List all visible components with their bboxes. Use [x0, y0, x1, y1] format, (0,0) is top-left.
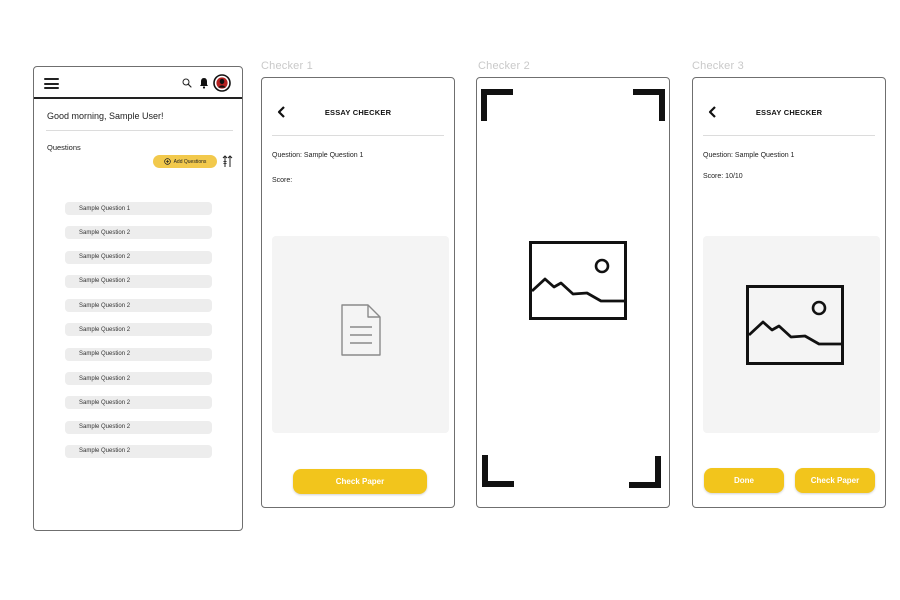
header-divider	[272, 135, 444, 136]
question-list-item[interactable]: Sample Question 2	[65, 323, 212, 337]
question-list-item[interactable]: Sample Question 1	[65, 202, 212, 215]
question-list-item[interactable]: Sample Question 2	[65, 299, 212, 313]
checker-1-screen: ESSAY CHECKER Question: Sample Question …	[261, 77, 455, 508]
check-paper-button[interactable]: Check Paper	[795, 468, 875, 493]
hamburger-menu-icon[interactable]	[44, 78, 59, 89]
question-text: Question: Sample Question 1	[703, 152, 795, 159]
add-questions-label: Add Questions	[173, 158, 207, 165]
top-bar	[34, 67, 242, 99]
frame-label-checker-1: Checker 1	[261, 60, 313, 72]
question-list-item[interactable]: Sample Question 2	[65, 226, 212, 240]
frame-label-checker-2: Checker 2	[478, 60, 530, 72]
question-list-item[interactable]: Sample Question 2	[65, 396, 212, 410]
question-list: Sample Question 1 Sample Question 2 Sample…	[65, 202, 212, 469]
header-divider	[703, 135, 875, 136]
question-list-item[interactable]: Sample Question 2	[65, 420, 212, 434]
avatar-icon[interactable]	[213, 74, 231, 92]
done-button[interactable]: Done	[704, 468, 784, 493]
home-screen: Good morning, Sample User! Questions Add…	[33, 66, 243, 531]
scan-corner-top-right-icon	[633, 89, 665, 121]
plus-circle-icon	[163, 158, 171, 165]
add-questions-button[interactable]: Add Questions	[153, 155, 217, 168]
checker-3-screen: ESSAY CHECKER Question: Sample Question …	[692, 77, 886, 508]
image-placeholder-icon	[529, 241, 627, 320]
score-text: Score: 10/10	[703, 173, 743, 180]
divider	[46, 130, 233, 131]
greeting-text: Good morning, Sample User!	[47, 111, 164, 121]
score-text: Score:	[272, 177, 293, 184]
scan-corner-bottom-left-icon	[482, 455, 514, 487]
bell-icon[interactable]	[199, 77, 209, 89]
question-list-item[interactable]: Sample Question 2	[65, 444, 212, 458]
questions-heading: Questions	[47, 143, 81, 152]
screen-title: ESSAY CHECKER	[324, 108, 392, 117]
sort-icon[interactable]	[222, 155, 233, 168]
question-list-item[interactable]: Sample Question 2	[65, 274, 212, 288]
scan-corner-top-left-icon	[481, 89, 513, 121]
screen-title: ESSAY CHECKER	[755, 108, 823, 117]
document-icon	[341, 304, 381, 356]
question-text: Question: Sample Question 1	[272, 152, 364, 159]
image-placeholder-icon	[746, 285, 844, 365]
question-list-item[interactable]: Sample Question 2	[65, 347, 212, 361]
question-list-item[interactable]: Sample Question 2	[65, 372, 212, 386]
frame-label-checker-3: Checker 3	[692, 60, 744, 72]
checker-2-screen	[476, 77, 670, 508]
search-icon[interactable]	[182, 78, 192, 88]
scan-corner-bottom-right-icon	[629, 456, 661, 488]
question-list-item[interactable]: Sample Question 2	[65, 250, 212, 264]
check-paper-button[interactable]: Check Paper	[293, 469, 427, 494]
